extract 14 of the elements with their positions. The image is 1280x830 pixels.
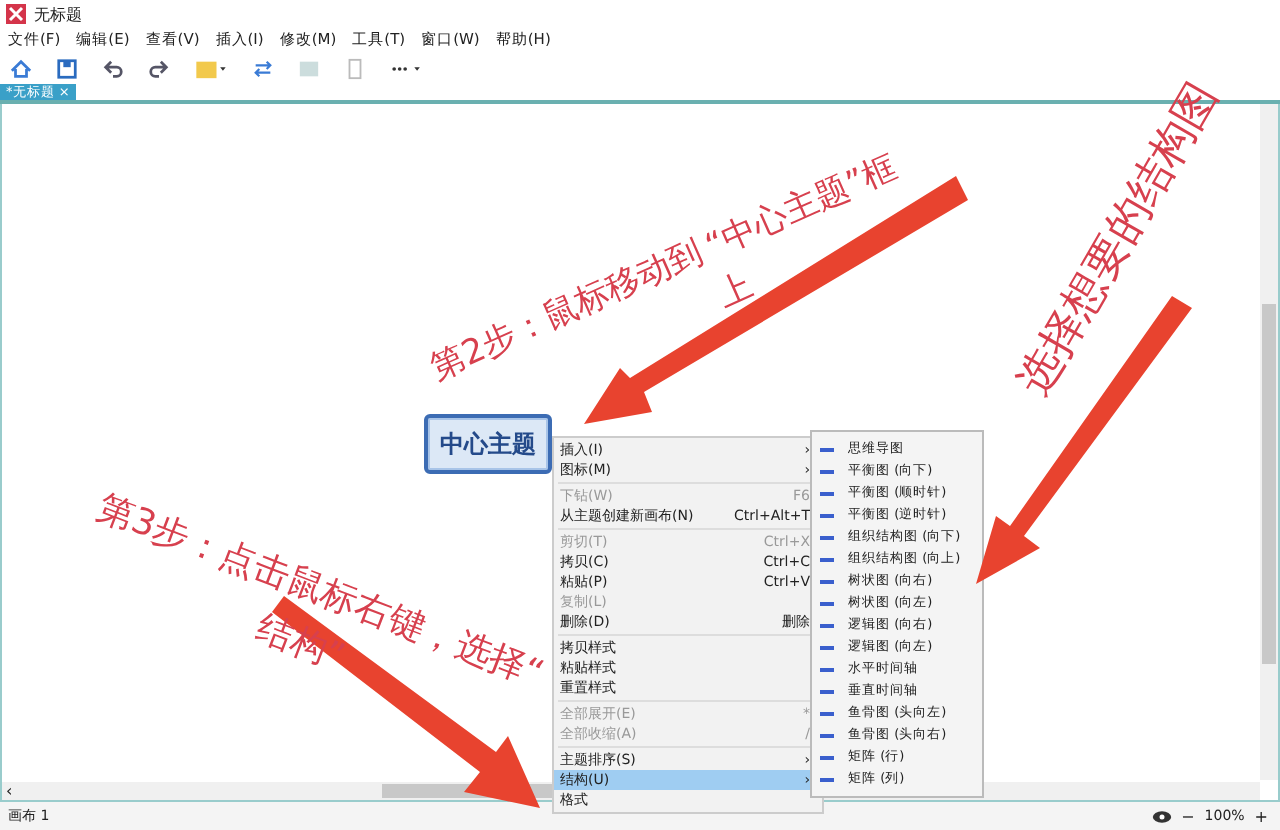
redo-icon[interactable] <box>148 57 170 79</box>
eye-icon[interactable] <box>1151 809 1172 823</box>
zoom-out-button[interactable]: − <box>1181 807 1195 825</box>
undo-icon[interactable] <box>102 57 124 79</box>
vertical-scrollbar[interactable] <box>1260 104 1278 780</box>
save-icon[interactable] <box>56 57 78 79</box>
window-title: 无标题 <box>34 3 82 25</box>
annotation-text: 上 <box>712 268 760 316</box>
home-icon[interactable] <box>10 57 32 79</box>
annotation-text: 选择想要的结构图 <box>1011 75 1229 405</box>
swap-arrows-icon[interactable] <box>252 57 274 79</box>
central-topic[interactable]: 中心主题 <box>424 414 552 474</box>
scroll-left-arrow[interactable]: ‹ <box>2 782 13 800</box>
zoom-in-button[interactable]: + <box>1254 807 1268 825</box>
